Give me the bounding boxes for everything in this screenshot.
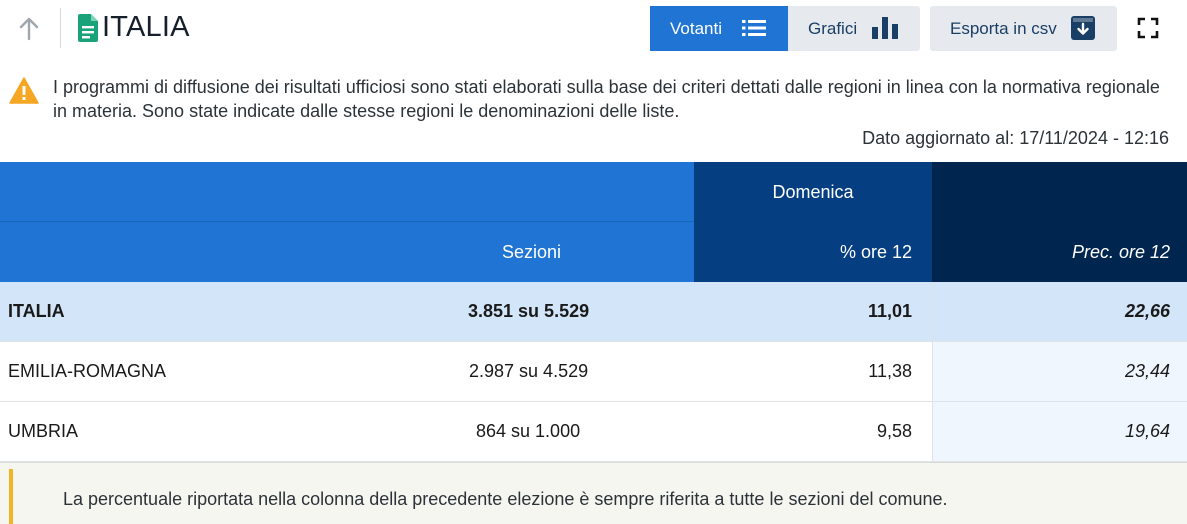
last-updated: Dato aggiornato al: 17/11/2024 - 12:16 xyxy=(862,128,1169,148)
table-header-group: Domenica xyxy=(0,162,1187,222)
table-row-umbria[interactable]: 864 su 1.000 UMBRIA 9,58 19,64 xyxy=(0,402,1187,462)
cell-pct: 11,38 xyxy=(868,361,912,381)
header-domenica: Domenica xyxy=(694,162,932,222)
page-title: ITALIA xyxy=(102,11,190,43)
column-sezioni: Sezioni xyxy=(0,222,694,282)
cell-name: EMILIA-ROMAGNA xyxy=(8,361,167,381)
page-header: ITALIA Votanti Grafici Esporta in csv xyxy=(0,0,1187,58)
cell-sezioni: 3.851 su 5.529 xyxy=(468,301,590,321)
cell-pct: 9,58 xyxy=(876,421,912,441)
footnote-text: La percentuale riportata nella colonna d… xyxy=(63,489,948,509)
cell-name: ITALIA xyxy=(8,301,65,321)
header-empty-prec xyxy=(932,162,1187,222)
votanti-button[interactable]: Votanti xyxy=(650,6,788,51)
table-row-emilia-romagna[interactable]: 2.987 su 4.529 EMILIA-ROMAGNA 11,38 23,4… xyxy=(0,342,1187,402)
header-divider xyxy=(60,8,61,48)
warning-icon xyxy=(9,77,39,104)
votanti-label: Votanti xyxy=(670,18,722,38)
list-icon xyxy=(742,20,766,36)
arrow-up-icon[interactable] xyxy=(14,14,44,44)
export-csv-label: Esporta in csv xyxy=(950,18,1057,38)
bar-chart-icon xyxy=(872,17,898,39)
footnote: La percentuale riportata nella colonna d… xyxy=(0,462,1187,524)
download-icon xyxy=(1071,16,1095,40)
grafici-button[interactable]: Grafici xyxy=(788,6,920,51)
header-empty xyxy=(0,162,694,222)
export-csv-button[interactable]: Esporta in csv xyxy=(930,6,1117,51)
cell-prec: 23,44 xyxy=(932,342,1187,401)
warning-message: I programmi di diffusione dei risultati … xyxy=(53,77,1160,121)
fullscreen-icon[interactable] xyxy=(1137,17,1159,39)
grafici-label: Grafici xyxy=(808,18,858,38)
column-prec: Prec. ore 12 xyxy=(932,222,1187,282)
cell-prec: 19,64 xyxy=(932,402,1187,461)
document-icon xyxy=(78,14,98,42)
cell-sezioni: 864 su 1.000 xyxy=(476,421,581,441)
footnote-accent-bar xyxy=(9,469,13,524)
results-table: Domenica Sezioni % ore 12 Prec. ore 12 3… xyxy=(0,162,1187,462)
cell-pct: 11,01 xyxy=(867,301,912,321)
column-pct: % ore 12 xyxy=(694,222,932,282)
table-header-columns: Sezioni % ore 12 Prec. ore 12 xyxy=(0,222,1187,282)
cell-name: UMBRIA xyxy=(8,421,79,441)
table-row-italia[interactable]: 3.851 su 5.529 ITALIA 11,01 22,66 xyxy=(0,282,1187,342)
cell-prec: 22,66 xyxy=(932,282,1187,341)
